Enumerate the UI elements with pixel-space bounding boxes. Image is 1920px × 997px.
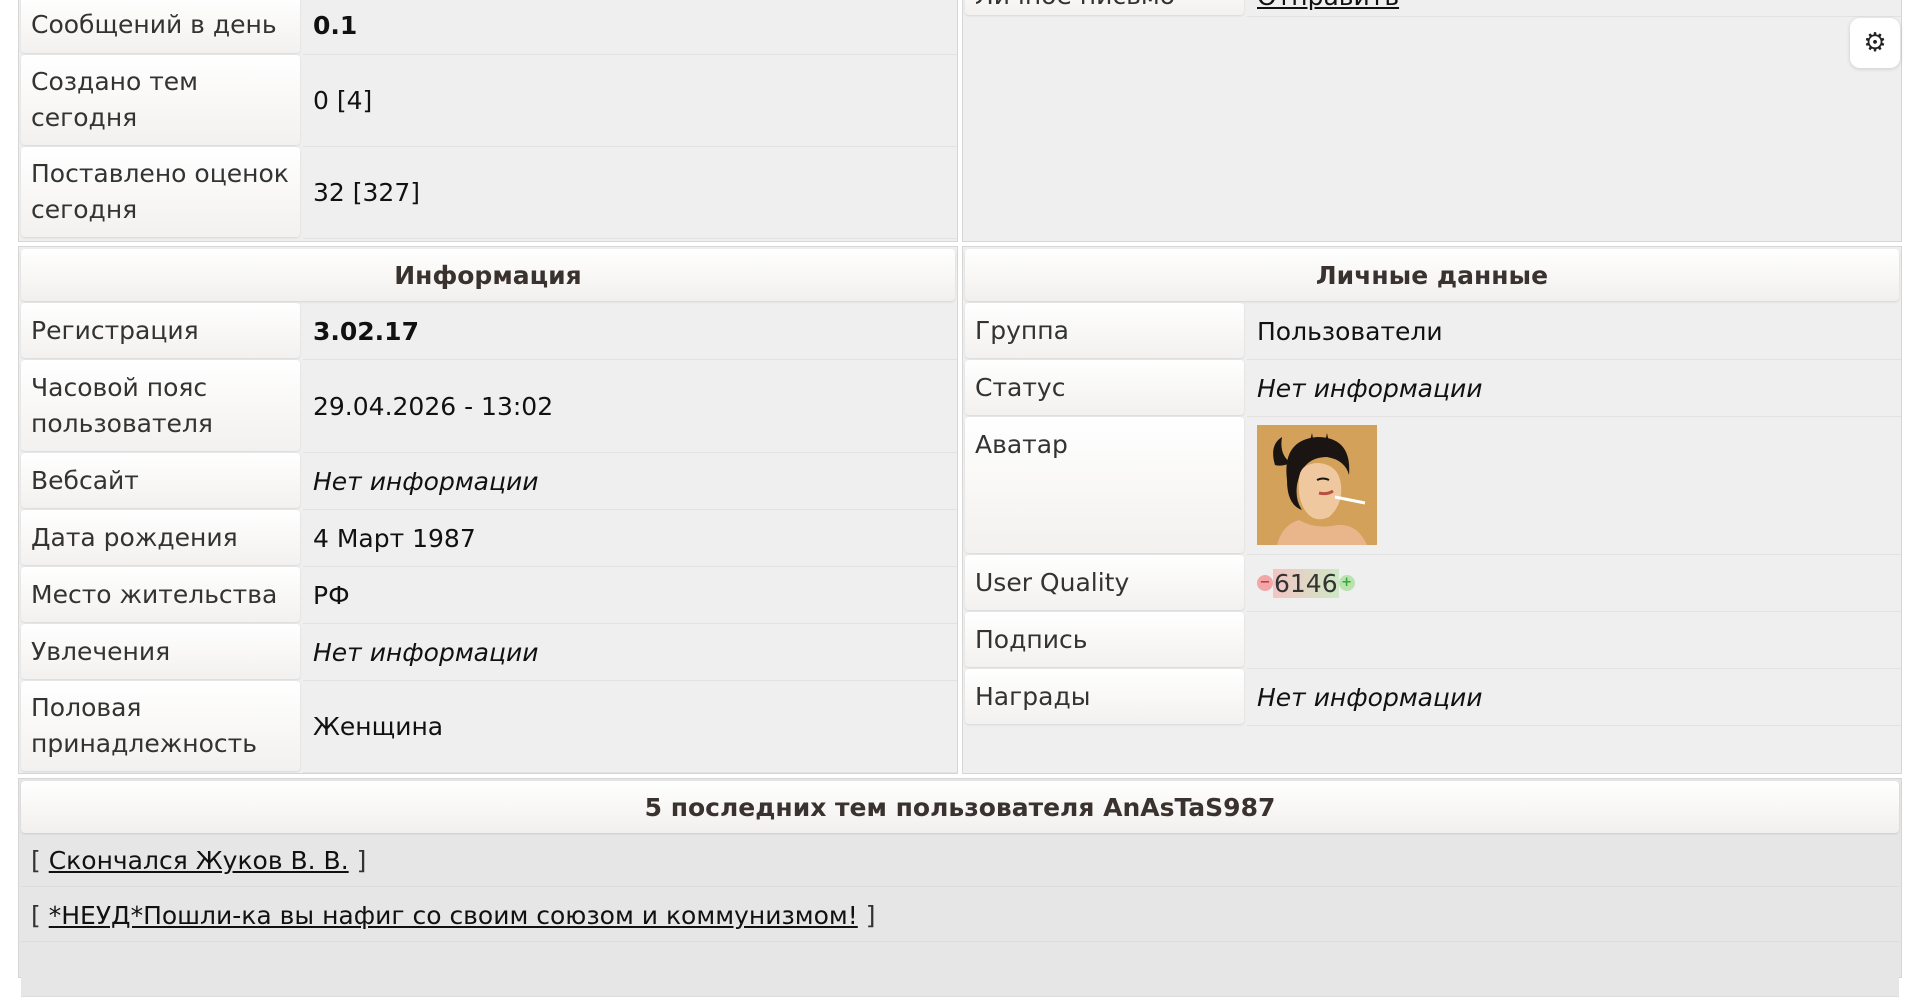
row-value: − 6146 + xyxy=(1247,555,1901,612)
row-label: Создано тем сегодня xyxy=(21,55,300,145)
settings-button[interactable]: ⚙ xyxy=(1850,18,1900,68)
user-quality-score: 6146 xyxy=(1273,568,1339,598)
row-label: Сообщений в день xyxy=(21,0,300,53)
personal-panel: Личные данные Группа Пользователи Статус… xyxy=(962,246,1902,774)
last-topics-panel: 5 последних тем пользователя AnAsTaS987 … xyxy=(18,778,1902,997)
row-value: Нет информации xyxy=(1247,360,1901,417)
row-value: 32 [327] xyxy=(303,147,957,239)
topic-item xyxy=(21,945,1899,997)
row-label: Личное письмо xyxy=(965,0,1244,15)
row-value: Нет информации xyxy=(303,624,957,681)
row-value: Нет информации xyxy=(303,453,957,510)
row-label: User Quality xyxy=(965,555,1244,610)
info-row-birthday: Дата рождения 4 Март 1987 xyxy=(19,510,957,567)
contact-panel: Личное письмо Отправить xyxy=(962,0,1902,242)
row-value: Нет информации xyxy=(1247,669,1901,726)
row-value: 29.04.2026 - 13:02 xyxy=(303,360,957,453)
stats-row-posts-per-day: Сообщений в день 0.1 xyxy=(19,0,957,55)
row-label: Аватар xyxy=(965,417,1244,553)
row-value: Женщина xyxy=(303,681,957,773)
bracket-open: [ xyxy=(31,901,41,930)
row-value: 0 [4] xyxy=(303,55,957,147)
row-label: Часовой пояс пользователя xyxy=(21,360,300,451)
personal-row-awards: Награды Нет информации xyxy=(963,669,1901,726)
row-value xyxy=(1247,612,1901,669)
send-pm-link[interactable]: Отправить xyxy=(1257,0,1399,11)
last-topics-title: 5 последних тем пользователя AnAsTaS987 xyxy=(21,781,1899,833)
stats-panel: Сообщений в день 0.1 Создано тем сегодня… xyxy=(18,0,958,242)
row-value: Отправить xyxy=(1247,0,1901,17)
info-panel-title: Информация xyxy=(21,249,955,301)
bracket-open: [ xyxy=(31,846,41,875)
info-row-website: Вебсайт Нет информации xyxy=(19,453,957,510)
personal-row-user-quality: User Quality − 6146 + xyxy=(963,555,1901,612)
row-value: РФ xyxy=(303,567,957,624)
row-label: Дата рождения xyxy=(21,510,300,565)
row-label: Увлечения xyxy=(21,624,300,679)
personal-row-status: Статус Нет информации xyxy=(963,360,1901,417)
rate-minus-button[interactable]: − xyxy=(1257,575,1273,591)
row-label: Награды xyxy=(965,669,1244,724)
info-row-gender: Половая принадлежность Женщина xyxy=(19,681,957,773)
row-label: Группа xyxy=(965,303,1244,358)
info-panel: Информация Регистрация 3.02.17 Часовой п… xyxy=(18,246,958,774)
avatar-image xyxy=(1257,425,1377,545)
info-row-registration: Регистрация 3.02.17 xyxy=(19,303,957,360)
row-label: Поставлено оценок сегодня xyxy=(21,147,300,237)
gear-icon: ⚙ xyxy=(1863,28,1887,58)
user-quality-widget: − 6146 + xyxy=(1257,568,1355,598)
row-value: 0.1 xyxy=(303,0,957,55)
row-label: Подпись xyxy=(965,612,1244,667)
topic-item: [ Скончался Жуков В. В. ] xyxy=(21,835,1899,887)
personal-panel-title: Личные данные xyxy=(965,249,1899,301)
row-label: Статус xyxy=(965,360,1244,415)
contact-row-pm: Личное письмо Отправить xyxy=(963,0,1901,17)
row-value: Пользователи xyxy=(1247,303,1901,360)
personal-row-signature: Подпись xyxy=(963,612,1901,669)
bracket-close: ] xyxy=(865,901,876,930)
row-label: Место жительства xyxy=(21,567,300,622)
avatar xyxy=(1257,425,1377,545)
personal-row-group: Группа Пользователи xyxy=(963,303,1901,360)
info-row-interests: Увлечения Нет информации xyxy=(19,624,957,681)
row-label: Регистрация xyxy=(21,303,300,358)
rate-plus-button[interactable]: + xyxy=(1338,575,1355,591)
personal-row-avatar: Аватар xyxy=(963,417,1901,555)
topic-item: [ *НЕУД*Пошли-ка вы нафиг со своим союзо… xyxy=(21,890,1899,942)
topic-link[interactable]: *НЕУД*Пошли-ка вы нафиг со своим союзом … xyxy=(49,901,858,930)
row-value: 3.02.17 xyxy=(303,303,957,360)
stats-row-topics-today: Создано тем сегодня 0 [4] xyxy=(19,55,957,147)
row-label: Вебсайт xyxy=(21,453,300,508)
row-label: Половая принадлежность xyxy=(21,681,300,771)
topic-link[interactable]: Скончался Жуков В. В. xyxy=(49,846,349,875)
stats-row-ratings-today: Поставлено оценок сегодня 32 [327] xyxy=(19,147,957,239)
info-row-location: Место жительства РФ xyxy=(19,567,957,624)
row-value: 4 Март 1987 xyxy=(303,510,957,567)
row-value xyxy=(1247,417,1901,555)
info-row-timezone: Часовой пояс пользователя 29.04.2026 - 1… xyxy=(19,360,957,453)
bracket-close: ] xyxy=(356,846,367,875)
